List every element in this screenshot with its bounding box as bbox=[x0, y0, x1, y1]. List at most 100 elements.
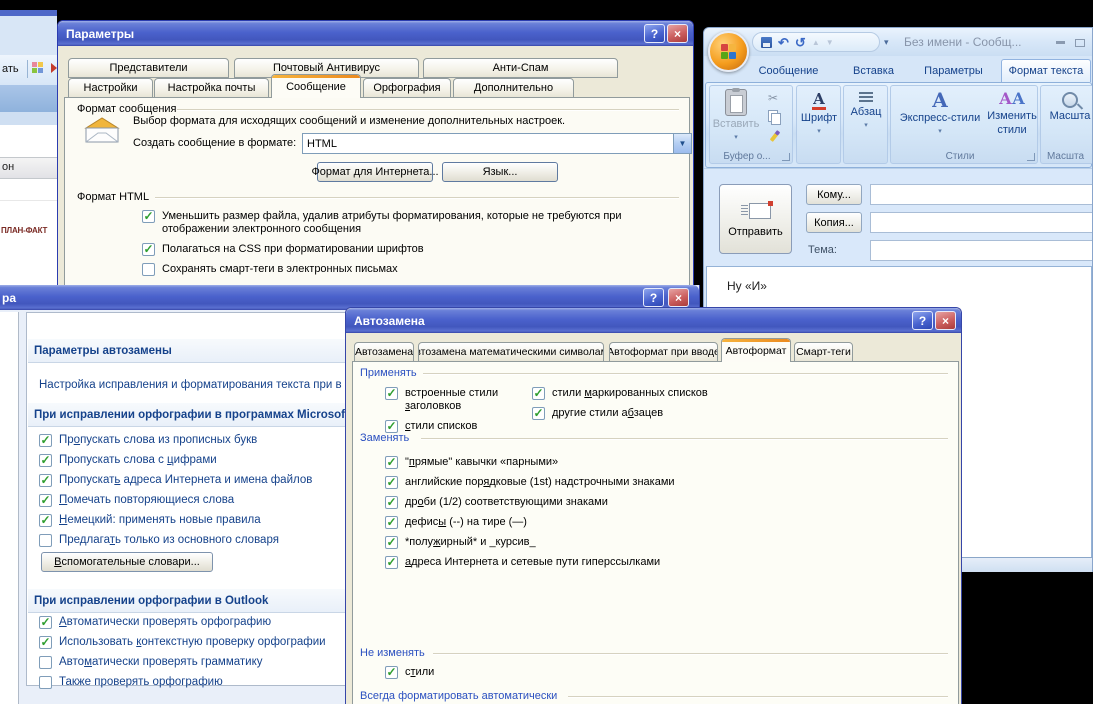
custom-dictionaries-button[interactable]: Вспомогательные словари... bbox=[41, 552, 213, 572]
send-button[interactable]: Отправить bbox=[719, 184, 792, 254]
paragraph-button[interactable]: Абзац ▾ bbox=[846, 92, 886, 132]
checkbox-checked-icon[interactable]: ✓ bbox=[39, 474, 52, 487]
checkbox-unchecked-icon[interactable] bbox=[142, 263, 155, 276]
checkbox-row[interactable]: Сохранять смарт-теги в электронных письм… bbox=[142, 263, 677, 276]
maximize-icon bbox=[1075, 39, 1085, 47]
close-button[interactable]: × bbox=[668, 288, 689, 307]
toolbar-button-fragment[interactable]: ать bbox=[2, 63, 19, 75]
column-header-fragment[interactable]: он bbox=[0, 157, 57, 179]
color-squares-icon[interactable] bbox=[32, 62, 43, 73]
office-button[interactable] bbox=[708, 31, 749, 72]
autocorrect-dialog-titlebar[interactable]: Автозамена bbox=[346, 308, 961, 333]
save-icon[interactable] bbox=[761, 37, 772, 48]
quick-styles-label: Экспресс-стили bbox=[900, 112, 980, 124]
checkbox-row[interactable]: ✓английские порядковые (1st) надстрочным… bbox=[385, 476, 925, 489]
tab-avtozamena-math[interactable]: Автозамена математическими символами bbox=[418, 342, 604, 362]
checkbox-row[interactable]: ✓дефисы (--) на тире (—) bbox=[385, 516, 925, 529]
checkbox-checked-icon[interactable]: ✓ bbox=[385, 387, 398, 400]
checkbox-row[interactable]: ✓адреса Интернета и сетевые пути гиперсс… bbox=[385, 556, 925, 569]
chevron-down-icon: ▾ bbox=[817, 126, 821, 138]
checkbox-checked-icon[interactable]: ✓ bbox=[39, 434, 52, 447]
checkbox-row[interactable]: ✓стили маркированных списков bbox=[532, 387, 752, 400]
checkbox-row[interactable]: ✓другие стили абзацев bbox=[532, 407, 752, 420]
ribbon-tab-parametry[interactable]: Параметры bbox=[916, 59, 991, 82]
dialog-launcher-icon[interactable] bbox=[782, 153, 790, 161]
tab-predstaviteli[interactable]: Представители bbox=[68, 58, 229, 78]
toolbar-separator bbox=[27, 60, 28, 78]
checkbox-row[interactable]: ✓дроби (1/2) соответствующими знаками bbox=[385, 496, 925, 509]
tab-orfografiya[interactable]: Орфография bbox=[363, 78, 451, 98]
ribbon-tab-vstavka[interactable]: Вставка bbox=[841, 59, 906, 82]
tab-anti-spam[interactable]: Анти-Спам bbox=[423, 58, 618, 78]
checkbox-checked-icon[interactable]: ✓ bbox=[385, 476, 398, 489]
help-button[interactable]: ? bbox=[912, 311, 933, 330]
close-button[interactable]: × bbox=[935, 311, 956, 330]
checkbox-row[interactable]: ✓Уменьшить размер файла, удалив атрибуты… bbox=[142, 210, 677, 236]
tab-soobshchenie[interactable]: Сообщение bbox=[271, 74, 361, 98]
quick-styles-button[interactable]: А Экспресс-стили ▾ bbox=[895, 90, 985, 138]
checkbox-checked-icon[interactable]: ✓ bbox=[39, 616, 52, 629]
dialog-launcher-icon[interactable] bbox=[1027, 153, 1035, 161]
ribbon-tab-format-teksta[interactable]: Формат текста bbox=[1001, 59, 1091, 82]
checkbox-checked-icon[interactable]: ✓ bbox=[385, 536, 398, 549]
checkbox-row[interactable]: ✓*полужирный* и _курсив_ bbox=[385, 536, 925, 549]
help-button[interactable]: ? bbox=[644, 24, 665, 43]
checkbox-label: Сохранять смарт-теги в электронных письм… bbox=[162, 263, 398, 276]
checkbox-row[interactable]: ✓"прямые" кавычки «парными» bbox=[385, 456, 925, 469]
to-field[interactable] bbox=[870, 184, 1093, 205]
zoom-button[interactable]: Масшта bbox=[1047, 92, 1093, 122]
checkbox-checked-icon[interactable]: ✓ bbox=[532, 387, 545, 400]
checkbox-checked-icon[interactable]: ✓ bbox=[385, 666, 398, 679]
minimize-button[interactable] bbox=[1053, 37, 1068, 48]
checkbox-row[interactable]: ✓встроенные стили заголовков bbox=[385, 387, 530, 413]
cc-button[interactable]: Копия... bbox=[806, 212, 862, 233]
subject-field[interactable] bbox=[870, 240, 1093, 261]
checkbox-unchecked-icon[interactable] bbox=[39, 676, 52, 689]
checkbox-checked-icon[interactable]: ✓ bbox=[385, 556, 398, 569]
checkbox-row[interactable]: ✓Полагаться на CSS при форматировании шр… bbox=[142, 243, 677, 256]
checkbox-checked-icon[interactable]: ✓ bbox=[142, 243, 155, 256]
tab-avtoformat[interactable]: Автоформат bbox=[721, 338, 791, 362]
cut-icon[interactable]: ✂ bbox=[768, 91, 778, 105]
help-button[interactable]: ? bbox=[643, 288, 664, 307]
tab-avtozamena[interactable]: Автозамена bbox=[354, 342, 414, 362]
tab-smart-tegi[interactable]: Смарт-теги bbox=[794, 342, 853, 362]
options-dialog-titlebar[interactable]: Параметры bbox=[58, 21, 693, 46]
checkbox-checked-icon[interactable]: ✓ bbox=[39, 636, 52, 649]
cc-field[interactable] bbox=[870, 212, 1093, 233]
checkbox-unchecked-icon[interactable] bbox=[39, 656, 52, 669]
checkbox-checked-icon[interactable]: ✓ bbox=[385, 496, 398, 509]
checkbox-checked-icon[interactable]: ✓ bbox=[39, 494, 52, 507]
next-item-icon[interactable]: ▼ bbox=[826, 36, 834, 49]
checkbox-row[interactable]: ✓стили bbox=[385, 666, 685, 679]
combobox-arrow-icon[interactable]: ▼ bbox=[673, 134, 691, 153]
change-styles-button[interactable]: АА Изменить стили bbox=[987, 90, 1037, 136]
paste-button[interactable]: Вставить ▾ bbox=[714, 89, 758, 144]
maximize-button[interactable] bbox=[1072, 37, 1087, 48]
tab-dopolnitelno[interactable]: Дополнительно bbox=[453, 78, 574, 98]
close-button[interactable]: × bbox=[667, 24, 688, 43]
previous-item-icon[interactable]: ▲ bbox=[812, 36, 820, 49]
tab-mail-setup[interactable]: Настройка почты bbox=[154, 78, 269, 98]
checkbox-checked-icon[interactable]: ✓ bbox=[142, 210, 155, 223]
checkbox-checked-icon[interactable]: ✓ bbox=[532, 407, 545, 420]
checkbox-checked-icon[interactable]: ✓ bbox=[39, 454, 52, 467]
checkbox-checked-icon[interactable]: ✓ bbox=[39, 514, 52, 527]
list-item-fragment[interactable]: ПЛАН-ФАКТ bbox=[1, 226, 47, 235]
qat-customize-icon[interactable]: ▾ bbox=[884, 37, 889, 48]
internet-format-button[interactable]: Формат для Интернета... bbox=[317, 162, 433, 182]
undo-icon[interactable]: ↶ bbox=[778, 36, 789, 49]
tab-avtoformat-pri-vvode[interactable]: Автоформат при вводе bbox=[609, 342, 718, 362]
font-button[interactable]: А Шрифт ▾ bbox=[799, 92, 839, 138]
language-button[interactable]: Язык... bbox=[442, 162, 558, 182]
to-button[interactable]: Кому... bbox=[806, 184, 862, 205]
checkbox-checked-icon[interactable]: ✓ bbox=[385, 456, 398, 469]
message-format-combobox[interactable]: HTML ▼ bbox=[302, 133, 692, 154]
tab-nastroyki[interactable]: Настройки bbox=[68, 78, 153, 98]
icon-part bbox=[732, 88, 740, 92]
redo-icon[interactable]: ↺ bbox=[795, 36, 806, 49]
checkbox-unchecked-icon[interactable] bbox=[39, 534, 52, 547]
ribbon-tab-soobshchenie[interactable]: Сообщение bbox=[746, 59, 831, 82]
checkbox-checked-icon[interactable]: ✓ bbox=[385, 516, 398, 529]
navigation-pane-fragment bbox=[0, 312, 19, 704]
